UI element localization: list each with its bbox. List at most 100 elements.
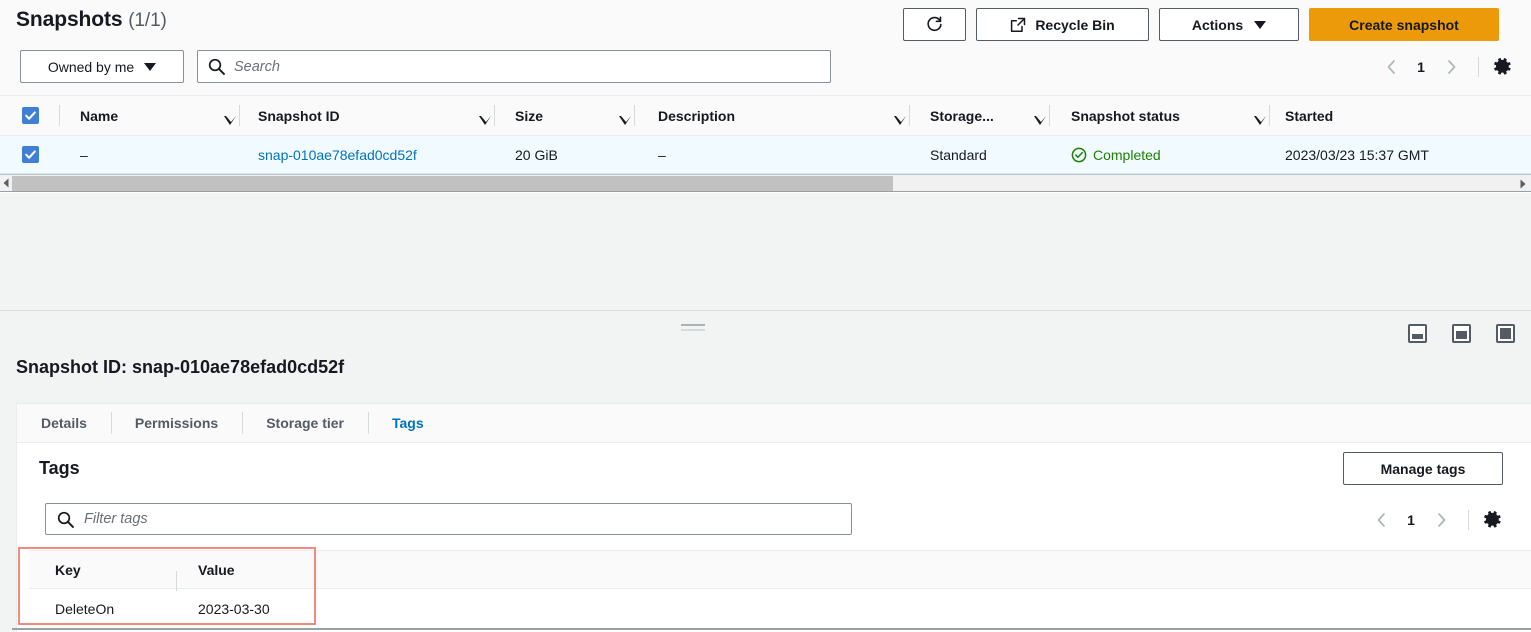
snapshots-list-section: Snapshots (1/1) Owned by me Search Recyc… — [0, 0, 1531, 196]
tags-settings-button[interactable] — [1479, 507, 1505, 533]
tags-column-header-key[interactable]: Key — [29, 561, 177, 591]
column-header-started[interactable]: Started — [1270, 96, 1530, 135]
panel-size-large-icon[interactable] — [1496, 324, 1515, 343]
pagination-divider — [1478, 56, 1479, 77]
cell-description-value: – — [658, 146, 666, 163]
chevron-left-icon — [1387, 59, 1395, 74]
cell-name-value: – — [80, 146, 88, 163]
pagination-next-button[interactable] — [1434, 50, 1468, 83]
manage-tags-label: Manage tags — [1380, 460, 1466, 477]
cell-description: – — [635, 136, 910, 173]
tags-pagination-page-number[interactable]: 1 — [1400, 512, 1422, 528]
page-title-text: Snapshots — [16, 8, 123, 31]
snapshot-count: (1/1) — [128, 10, 167, 31]
table-row[interactable]: – snap-010ae78efad0cd52f 20 GiB – Standa… — [0, 136, 1531, 174]
tags-column-header-value[interactable]: Value — [177, 562, 235, 578]
pagination-page-number[interactable]: 1 — [1410, 59, 1432, 75]
cell-storage-tier-value: Standard — [930, 146, 987, 163]
create-snapshot-button[interactable]: Create snapshot — [1309, 8, 1499, 41]
check-circle-icon — [1071, 147, 1087, 162]
panel-size-medium-icon[interactable] — [1452, 324, 1471, 343]
gear-icon — [1483, 511, 1501, 528]
panel-resize-handle[interactable] — [681, 324, 705, 333]
select-all-cell — [0, 96, 60, 135]
column-header-snapshot-id[interactable]: Snapshot ID — [240, 96, 495, 135]
tab-tags[interactable]: Tags — [368, 403, 448, 443]
tags-pagination-next-button[interactable] — [1424, 503, 1458, 536]
tag-key-value: DeleteOn — [55, 601, 115, 617]
actions-button[interactable]: Actions — [1159, 8, 1299, 41]
owner-filter-dropdown[interactable]: Owned by me — [20, 50, 184, 83]
column-header-label: Started — [1285, 107, 1334, 124]
search-icon — [57, 511, 74, 528]
tags-table: Key Value DeleteOn 2023-03-30 — [29, 550, 1531, 629]
panel-size-controls — [1408, 324, 1515, 343]
bottom-divider — [12, 628, 1531, 630]
recycle-bin-button[interactable]: Recycle Bin — [976, 8, 1149, 41]
column-header-size[interactable]: Size — [495, 96, 635, 135]
snapshot-id-link[interactable]: snap-010ae78efad0cd52f — [258, 147, 417, 163]
check-icon — [24, 150, 36, 159]
select-all-checkbox[interactable] — [21, 107, 39, 124]
tags-table-header-row: Key Value — [29, 551, 1531, 591]
row-select-cell — [0, 136, 60, 173]
owner-filter-label: Owned by me — [47, 58, 135, 75]
table-header-row: Name Snapshot ID Size Description Storag… — [0, 96, 1531, 136]
list-settings-button[interactable] — [1489, 54, 1515, 80]
recycle-bin-label: Recycle Bin — [1035, 16, 1115, 33]
detail-tabs: Details Permissions Storage tier Tags — [16, 403, 1531, 443]
manage-tags-button[interactable]: Manage tags — [1343, 452, 1503, 485]
tags-column-header-label: Value — [198, 561, 235, 578]
cell-size-value: 20 GiB — [515, 146, 558, 163]
tag-value-value: 2023-03-30 — [198, 601, 270, 617]
pagination-prev-button[interactable] — [1374, 50, 1408, 83]
chevron-down-icon — [144, 62, 157, 71]
scroll-left-arrow-icon[interactable] — [0, 174, 12, 192]
detail-heading: Snapshot ID: snap-010ae78efad0cd52f — [16, 357, 345, 377]
resize-handle-bar — [681, 329, 705, 331]
tab-label: Details — [41, 415, 87, 431]
cell-started-value: 2023/03/23 15:37 GMT — [1285, 146, 1429, 163]
refresh-icon — [927, 16, 942, 32]
chevron-right-icon — [1437, 512, 1445, 527]
tab-details[interactable]: Details — [17, 403, 111, 443]
table-horizontal-scrollbar[interactable] — [0, 174, 1531, 192]
list-header: Snapshots (1/1) Owned by me Search Recyc… — [0, 0, 1531, 96]
column-header-label: Snapshot status — [1071, 107, 1180, 124]
column-header-snapshot-status[interactable]: Snapshot status — [1050, 96, 1270, 135]
column-header-name[interactable]: Name — [60, 96, 240, 135]
cell-size: 20 GiB — [495, 136, 635, 173]
status-label: Completed — [1093, 146, 1161, 163]
scrollbar-thumb[interactable] — [12, 176, 893, 191]
tab-label: Storage tier — [266, 415, 344, 431]
cell-started: 2023/03/23 15:37 GMT — [1270, 136, 1530, 173]
column-header-description[interactable]: Description — [635, 96, 910, 135]
tab-label: Permissions — [134, 415, 219, 431]
gear-icon — [1493, 58, 1511, 75]
list-pagination: 1 — [1374, 50, 1515, 83]
column-header-label: Description — [658, 107, 736, 124]
external-link-icon — [1011, 17, 1026, 32]
column-header-storage-tier[interactable]: Storage... — [910, 96, 1050, 135]
tags-pagination-prev-button[interactable] — [1364, 503, 1398, 536]
panel-size-small-icon[interactable] — [1408, 324, 1427, 343]
chevron-left-icon — [1377, 512, 1385, 527]
tab-storage-tier[interactable]: Storage tier — [242, 403, 368, 443]
row-checkbox[interactable] — [21, 146, 39, 163]
arrow-left-icon — [3, 178, 9, 188]
snapshots-table: Name Snapshot ID Size Description Storag… — [0, 96, 1531, 174]
cell-snapshot-id: snap-010ae78efad0cd52f — [240, 136, 495, 173]
refresh-button[interactable] — [903, 8, 966, 41]
filter-tags-input[interactable]: Filter tags — [45, 503, 852, 535]
scroll-right-arrow-icon[interactable] — [1517, 175, 1529, 193]
search-input[interactable]: Search — [197, 50, 831, 83]
search-icon — [208, 58, 225, 75]
tab-permissions[interactable]: Permissions — [110, 403, 242, 443]
chevron-right-icon — [1447, 59, 1455, 74]
tag-value-cell: 2023-03-30 — [177, 601, 270, 617]
tags-table-row[interactable]: DeleteOn 2023-03-30 — [29, 589, 1531, 629]
arrow-right-icon — [1520, 179, 1526, 189]
tags-pagination: 1 — [1364, 503, 1505, 536]
cell-storage-tier: Standard — [910, 136, 1050, 173]
tags-column-header-label: Key — [55, 561, 81, 578]
